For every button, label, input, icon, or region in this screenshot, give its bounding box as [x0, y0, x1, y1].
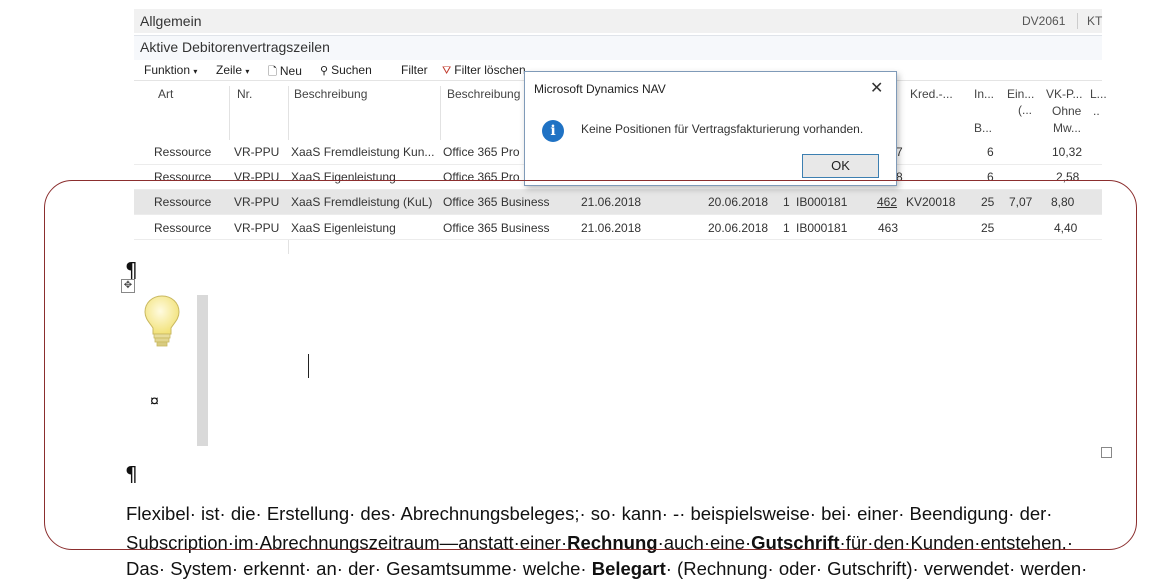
binoculars-icon: ⚲	[320, 65, 329, 77]
subpage-title: Aktive Debitorenvertragszeilen	[140, 39, 330, 55]
col-nr[interactable]: Nr.	[237, 86, 252, 102]
page-header: Allgemein DV2061 KT	[134, 9, 1102, 33]
funktion-menu[interactable]: Funktion ▾	[144, 63, 197, 77]
col-divider	[229, 86, 230, 140]
clear-filter-icon: ⛛	[442, 65, 452, 77]
record-kt: KT	[1087, 14, 1103, 28]
record-code: DV2061	[1022, 14, 1066, 28]
cell-in: 6	[987, 145, 994, 159]
ok-button[interactable]: OK	[802, 154, 879, 178]
body-text-line: Das· System· erkennt· an· der· Gesamtsum…	[126, 558, 1088, 579]
cell-beschreibung-2: Office 365 Pro	[443, 145, 520, 159]
cell-vk: 10,32	[1052, 145, 1083, 159]
col-l[interactable]: L...	[1090, 86, 1107, 102]
cell-nr: VR-PPU	[234, 145, 280, 159]
dialog-message: Keine Positionen für Vertragsfakturierun…	[581, 122, 864, 136]
col-divider	[440, 86, 441, 140]
col-in[interactable]: In...	[974, 86, 994, 102]
col-beschreibung[interactable]: Beschreibung	[294, 86, 367, 102]
col-in-sub: B...	[974, 121, 993, 135]
col-ein[interactable]: Ein...	[1007, 86, 1034, 102]
col-ein-sub: (...	[1018, 103, 1032, 117]
filter-button[interactable]: Filter	[401, 63, 428, 77]
col-l-sub: ..	[1093, 104, 1100, 118]
new-document-icon: 🗋	[268, 66, 277, 78]
col-kred[interactable]: Kred.-...	[910, 86, 953, 102]
dialog-title: Microsoft Dynamics NAV	[534, 82, 666, 96]
header-divider	[1077, 13, 1078, 29]
col-vk-sub2: Mw...	[1053, 121, 1082, 135]
col-divider	[288, 86, 289, 140]
col-art[interactable]: Art	[158, 86, 173, 102]
subpage-header: Aktive Debitorenvertragszeilen	[134, 35, 1102, 60]
new-button[interactable]: 🗋 Neu	[268, 63, 302, 82]
col-vk[interactable]: VK-P...	[1046, 86, 1082, 102]
col-vk-sub1: Ohne	[1052, 104, 1082, 118]
cell-beschreibung: XaaS Fremdleistung Kun...	[291, 145, 435, 159]
zeile-menu[interactable]: Zeile ▾	[216, 63, 249, 77]
close-icon[interactable]: ✕	[870, 78, 883, 98]
message-dialog: Microsoft Dynamics NAV ✕ i Keine Positio…	[524, 71, 897, 186]
info-icon: i	[542, 120, 564, 142]
annotation-frame	[44, 180, 1137, 550]
cell-art: Ressource	[154, 145, 212, 159]
col-beschreibung-2[interactable]: Beschreibung	[447, 86, 520, 102]
page-title: Allgemein	[140, 13, 202, 29]
search-button[interactable]: ⚲ Suchen	[320, 63, 372, 77]
clear-filter-button[interactable]: ⛛ Filter löschen	[442, 63, 526, 78]
cell-number: 7	[896, 145, 903, 159]
